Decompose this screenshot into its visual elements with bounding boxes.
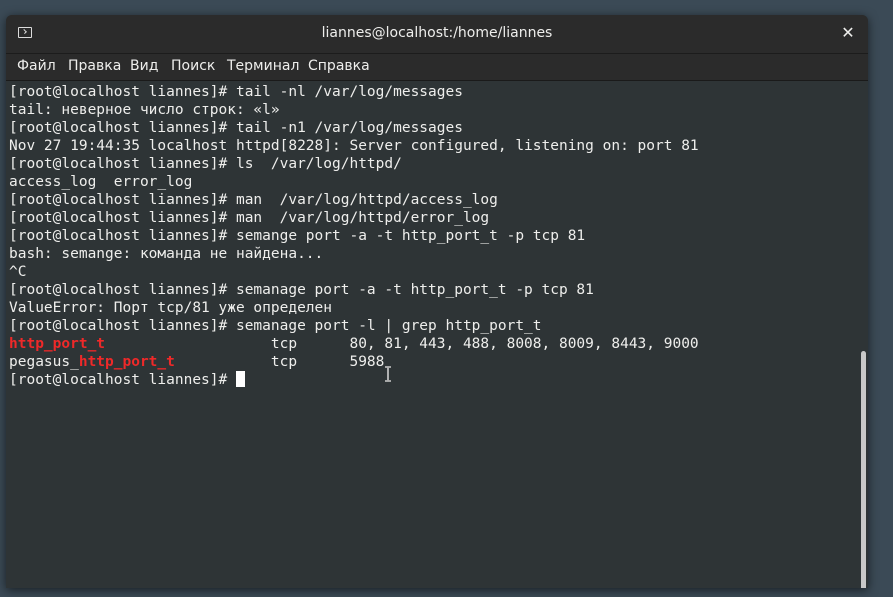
grep-match: http_port_t bbox=[78, 354, 175, 370]
title-bar[interactable]: liannes@localhost:/home/liannes ✕ bbox=[6, 15, 868, 54]
terminal-line: bash: semange: команда не найдена... bbox=[9, 246, 324, 262]
terminal-line: [root@localhost liannes]# man /var/log/h… bbox=[9, 192, 498, 208]
terminal-line: [root@localhost liannes]# semanage port … bbox=[9, 318, 542, 334]
ibeam-cursor-icon bbox=[385, 366, 391, 382]
grep-result-row: http_port_t tcp 80, 81, 443, 488, 8008, … bbox=[9, 335, 699, 353]
terminal-line: [root@localhost liannes]# semanage port … bbox=[9, 282, 594, 298]
menu-file[interactable]: Файл bbox=[17, 58, 56, 74]
close-icon[interactable]: ✕ bbox=[840, 24, 856, 42]
menu-bar: Файл Правка Вид Поиск Терминал Справка bbox=[6, 54, 868, 81]
terminal-line: Nov 27 19:44:35 localhost httpd[8228]: S… bbox=[9, 138, 699, 154]
terminal-line: ^C bbox=[9, 264, 27, 280]
terminal-line: [root@localhost liannes]# tail -n1 /var/… bbox=[9, 120, 463, 136]
grep-result-row: pegasus_http_port_t tcp 5988 bbox=[9, 353, 384, 371]
grep-match: http_port_t bbox=[9, 336, 106, 352]
text-cursor bbox=[235, 371, 245, 387]
terminal-window: liannes@localhost:/home/liannes ✕ Файл П… bbox=[6, 15, 868, 588]
terminal-line: ValueError: Порт tcp/81 уже определен bbox=[9, 300, 333, 316]
menu-view[interactable]: Вид bbox=[130, 58, 158, 74]
prompt: [root@localhost liannes]# bbox=[9, 372, 236, 388]
menu-help[interactable]: Справка bbox=[308, 58, 370, 74]
menu-edit[interactable]: Правка bbox=[68, 58, 121, 74]
scrollbar-thumb[interactable] bbox=[861, 351, 866, 588]
terminal-output[interactable]: [root@localhost liannes]# tail -nl /var/… bbox=[6, 81, 868, 588]
terminal-line: tail: неверное число строк: «l» bbox=[9, 102, 280, 118]
grep-rest: tcp 80, 81, 443, 488, 8008, 8009, 8443, … bbox=[105, 336, 699, 352]
grep-rest: tcp 5988 bbox=[174, 354, 385, 370]
grep-prefix: pegasus_ bbox=[9, 354, 79, 370]
terminal-line: access_log error_log bbox=[9, 174, 193, 190]
menu-search[interactable]: Поиск bbox=[171, 58, 215, 74]
terminal-line: [root@localhost liannes]# ls /var/log/ht… bbox=[9, 156, 402, 172]
terminal-line: [root@localhost liannes]# semange port -… bbox=[9, 228, 586, 244]
terminal-line: [root@localhost liannes]# man /var/log/h… bbox=[9, 210, 490, 226]
menu-terminal[interactable]: Терминал bbox=[227, 58, 299, 74]
window-title: liannes@localhost:/home/liannes bbox=[321, 25, 553, 41]
terminal-line: [root@localhost liannes]# tail -nl /var/… bbox=[9, 84, 463, 100]
prompt-line[interactable]: [root@localhost liannes]# bbox=[9, 371, 245, 389]
